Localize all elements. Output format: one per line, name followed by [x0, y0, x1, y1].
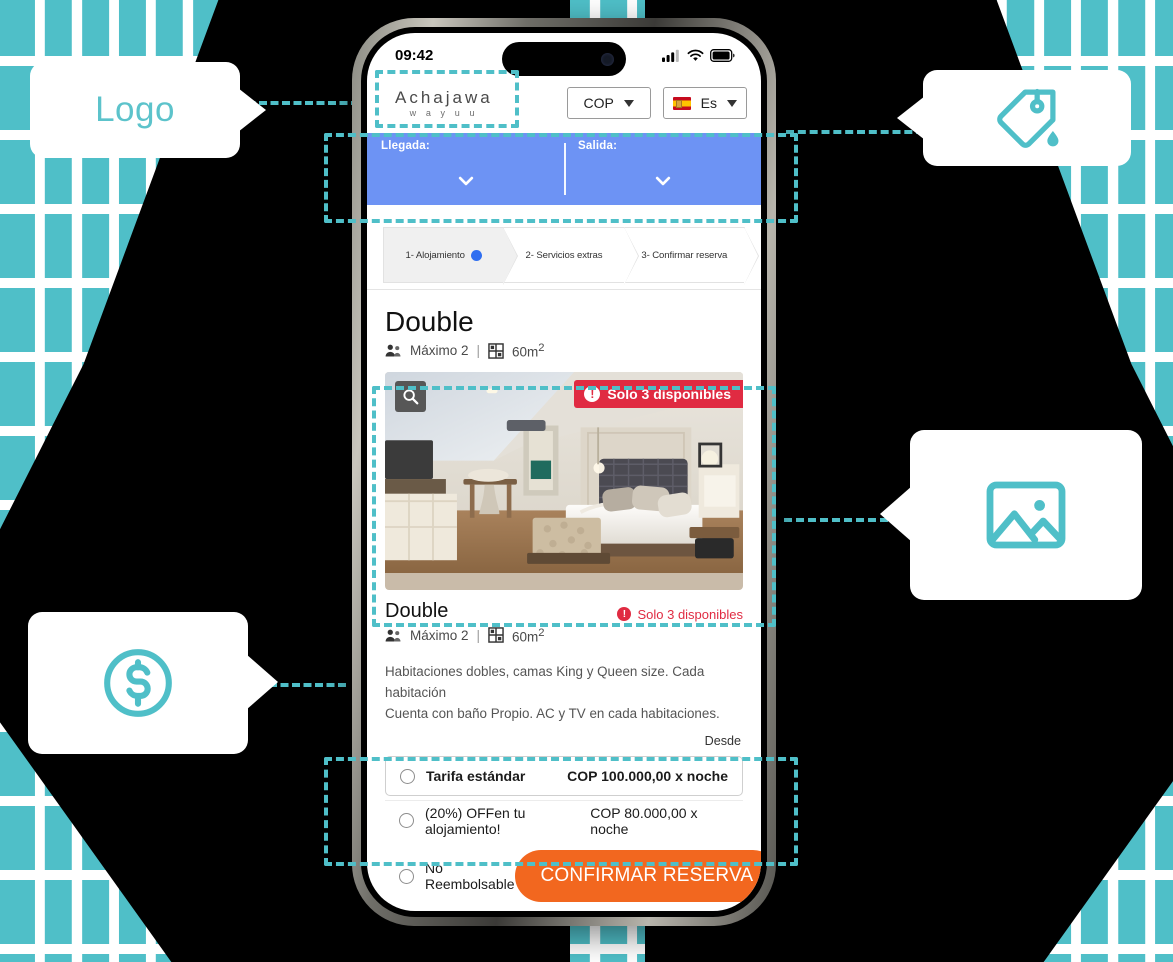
page-title: Double [385, 306, 474, 337]
callout-price-tag [897, 70, 1131, 166]
meta-separator: | [476, 343, 481, 359]
room-description: Habitaciones dobles, camas King y Queen … [385, 662, 743, 724]
room-meta-2: Máximo 2 | 60m2 [385, 626, 743, 645]
language-value: Es [700, 95, 717, 111]
cellular-signal-icon [662, 49, 679, 62]
step-2-label: 2- Servicios extras [525, 249, 603, 261]
step-servicios-extras[interactable]: 2- Servicios extras [503, 227, 639, 285]
annotation-box-rates [324, 757, 798, 866]
rate-radio[interactable] [399, 868, 414, 884]
floorplan-icon [488, 627, 504, 644]
room-description-line-1: Habitaciones dobles, camas King y Queen … [385, 664, 705, 700]
price-tag-icon [997, 88, 1059, 148]
battery-icon [710, 48, 735, 62]
step-confirmar-reserva[interactable]: 3- Confirmar reserva [623, 227, 759, 285]
callout-image-tip [880, 486, 912, 542]
step-3-label: 3- Confirmar reserva [641, 249, 728, 261]
room-meta: Máximo 2 | 60m2 [385, 342, 743, 360]
people-icon [385, 344, 401, 357]
callout-image-placeholder [880, 430, 1142, 600]
room-occupancy: Máximo 2 [410, 343, 469, 359]
from-price-label: Desde [704, 734, 741, 749]
currency-selector[interactable]: COP [566, 87, 651, 119]
meta-separator-2: | [476, 627, 481, 643]
step-1-label: 1- Alojamiento [405, 249, 465, 261]
room-occupancy-2: Máximo 2 [410, 627, 469, 643]
step-chevron-icon [503, 227, 518, 285]
callout-price [28, 612, 278, 754]
mockup-stage: Logo 09:42 Achajawa w a y u u COP Es Lle… [0, 0, 1173, 962]
callout-logo-tip [238, 88, 266, 132]
annotation-box-logo [375, 70, 519, 128]
chevron-down-icon [727, 99, 737, 107]
image-placeholder-icon [986, 481, 1066, 549]
callout-tag-tip [897, 96, 925, 140]
step-alojamiento[interactable]: 1- Alojamiento [383, 227, 519, 285]
floorplan-icon [488, 342, 504, 359]
callout-money-tip [246, 654, 278, 710]
language-selector[interactable]: Es [662, 87, 747, 119]
dollar-circle-icon [104, 649, 172, 717]
status-icons [662, 48, 735, 62]
callout-logo: Logo [30, 62, 266, 158]
header-selectors: COP Es [566, 87, 747, 119]
callout-logo-label: Logo [95, 90, 175, 129]
currency-value: COP [583, 95, 614, 111]
step-chevron-icon [623, 227, 638, 285]
step-active-dot [470, 249, 482, 261]
wifi-icon [687, 49, 704, 61]
spain-flag-icon [672, 96, 691, 110]
room-area: 60m2 [512, 342, 545, 360]
step-chevron-icon [743, 227, 758, 285]
divider [367, 289, 761, 290]
annotation-box-photo [372, 386, 776, 627]
people-icon [385, 629, 401, 642]
annotation-box-datebar [324, 133, 798, 223]
room-area-2: 60m2 [512, 626, 545, 645]
room-description-line-2: Cuenta con baño Propio. AC y TV en cada … [385, 705, 720, 721]
booking-steps: 1- Alojamiento 2- Servicios extras 3- Co… [367, 227, 761, 285]
status-time: 09:42 [395, 46, 434, 64]
chevron-down-icon [623, 99, 634, 107]
